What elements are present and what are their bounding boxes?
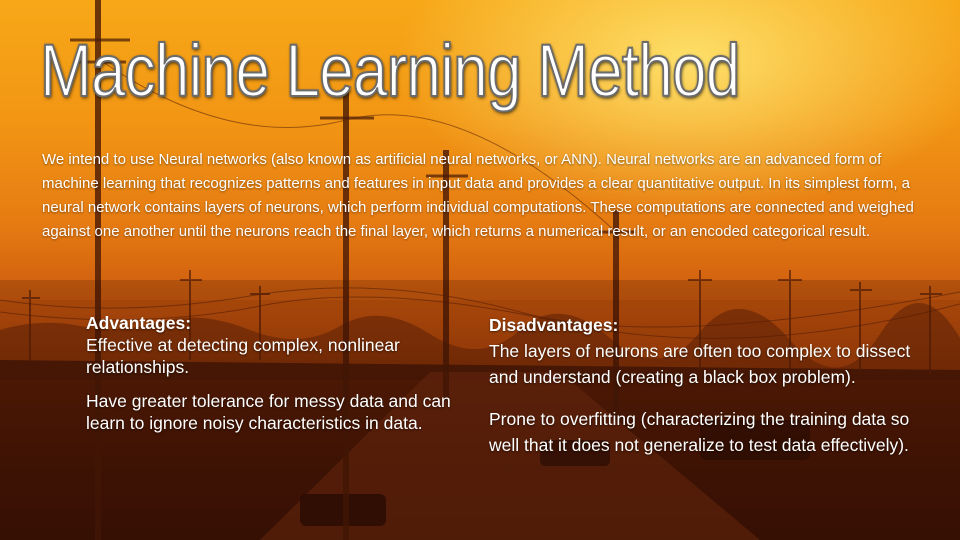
- intro-paragraph: We intend to use Neural networks (also k…: [42, 151, 914, 240]
- advantages-section: Advantages: Effective at detecting compl…: [86, 312, 456, 434]
- disadvantage-item: Prone to overfitting (characterizing the…: [489, 409, 910, 455]
- advantage-item: Have greater tolerance for messy data an…: [86, 391, 451, 433]
- advantage-item: Effective at detecting complex, nonlinea…: [86, 335, 400, 377]
- slide: Machine Learning Method We intend to use…: [0, 0, 960, 540]
- disadvantages-section: Disadvantages: The layers of neurons are…: [489, 312, 929, 458]
- advantages-heading: Advantages:: [86, 313, 192, 333]
- disadvantage-item: The layers of neurons are often too comp…: [489, 341, 911, 387]
- slide-title: Machine Learning Method: [39, 29, 741, 112]
- disadvantages-heading: Disadvantages:: [489, 315, 619, 335]
